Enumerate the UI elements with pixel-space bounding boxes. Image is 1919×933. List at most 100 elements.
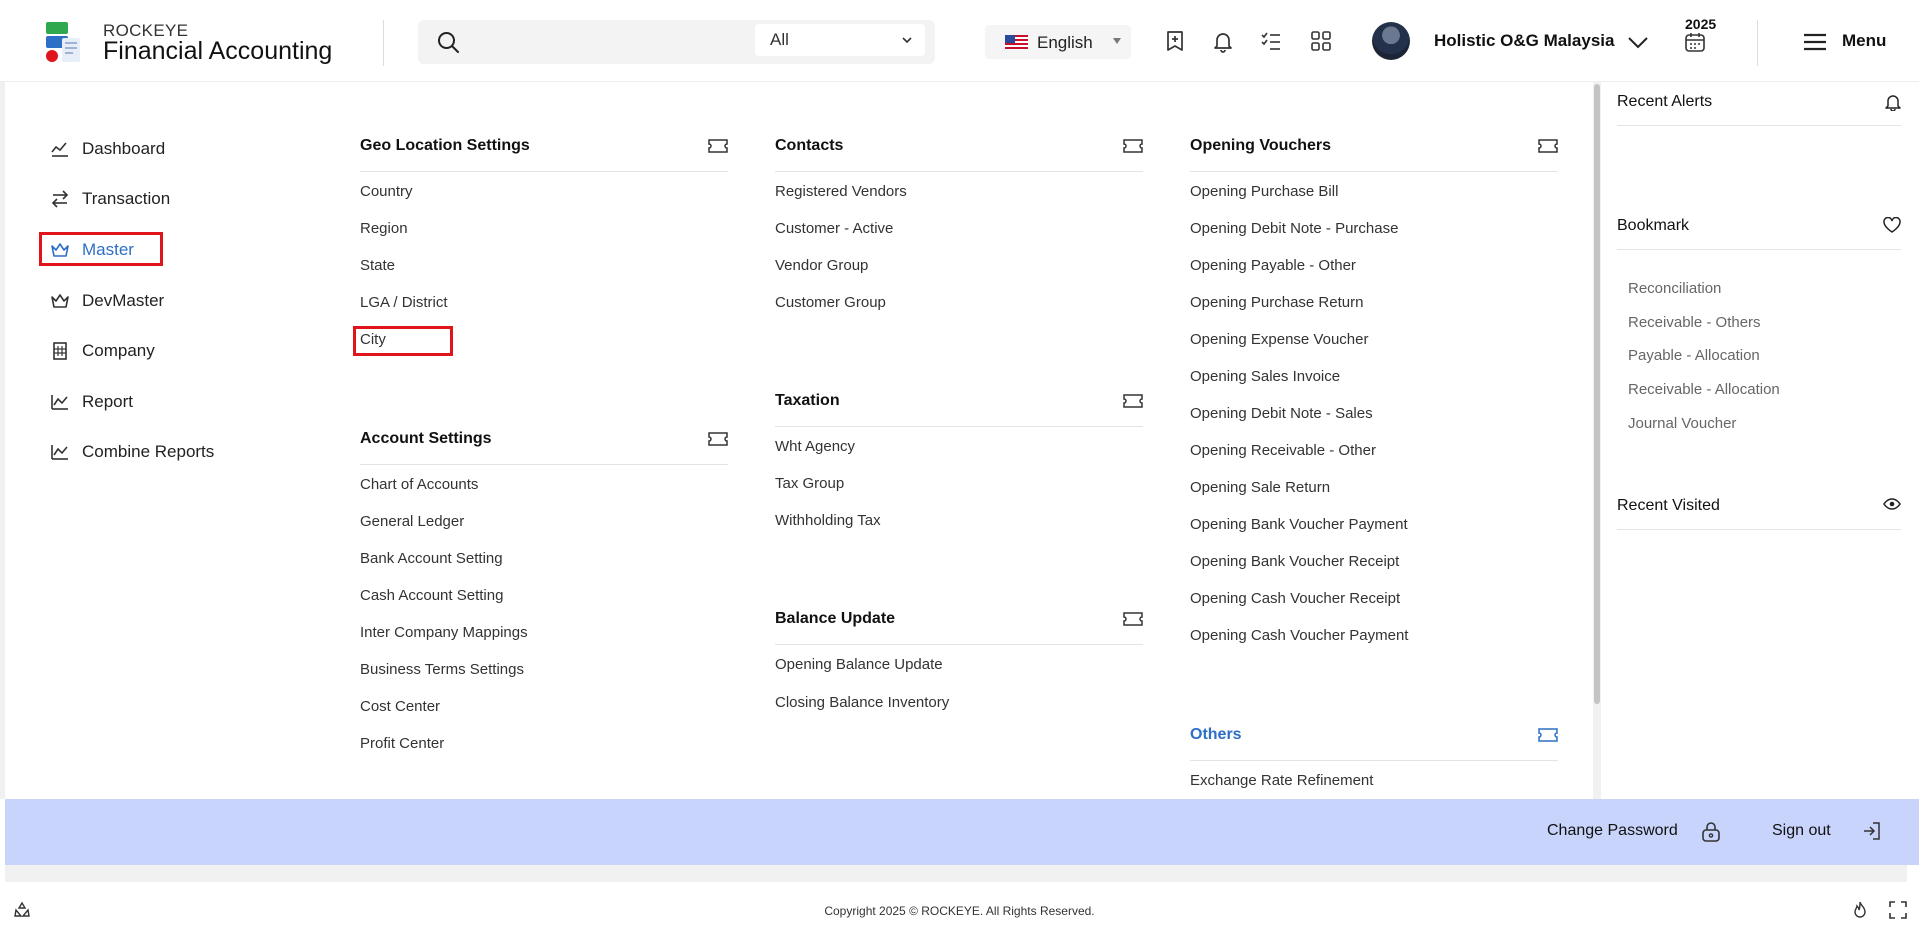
search-icon[interactable] <box>436 30 460 54</box>
menu-link-tax-group[interactable]: Tax Group <box>775 475 844 492</box>
us-flag-icon <box>1005 35 1028 50</box>
menu-link-registered-vendors[interactable]: Registered Vendors <box>775 183 907 200</box>
avatar[interactable] <box>1372 22 1410 60</box>
ticket-icon[interactable] <box>1538 727 1558 743</box>
report-chart-icon <box>51 395 68 410</box>
ticket-icon[interactable] <box>708 431 728 447</box>
fullscreen-icon[interactable] <box>1889 901 1907 919</box>
menu-link-opening-receivable-other[interactable]: Opening Receivable - Other <box>1190 442 1376 459</box>
fire-icon[interactable] <box>1851 901 1869 919</box>
menu-link-exchange-rate-refinement[interactable]: Exchange Rate Refinement <box>1190 772 1373 789</box>
sign-out-button[interactable]: Sign out <box>1772 822 1831 840</box>
menu-link-opening-sales-invoice[interactable]: Opening Sales Invoice <box>1190 368 1340 385</box>
ticket-icon[interactable] <box>1123 393 1143 409</box>
eye-icon[interactable] <box>1883 497 1901 511</box>
chevron-down-icon <box>902 37 912 44</box>
sidebar-item-devmaster[interactable]: DevMaster <box>50 285 164 317</box>
change-password-button[interactable]: Change Password <box>1547 822 1678 840</box>
heart-icon[interactable] <box>1883 217 1901 233</box>
menu-link-opening-bank-voucher-receipt[interactable]: Opening Bank Voucher Receipt <box>1190 553 1399 570</box>
mega-menu: Geo Location Settings Country Region Sta… <box>320 82 1593 799</box>
search-scope-select[interactable]: All <box>755 24 925 56</box>
sign-out-icon[interactable] <box>1862 821 1882 841</box>
menu-link-business-terms-settings[interactable]: Business Terms Settings <box>360 661 524 678</box>
menu-link-general-ledger[interactable]: General Ledger <box>360 513 464 530</box>
checklist-icon[interactable] <box>1259 29 1283 53</box>
sidebar-item-label: DevMaster <box>82 291 165 310</box>
menu-link-opening-cash-voucher-payment[interactable]: Opening Cash Voucher Payment <box>1190 627 1408 644</box>
panel-title: Bookmark <box>1617 217 1690 234</box>
sidebar-item-report[interactable]: Report <box>50 386 133 418</box>
fiscal-year-badge: 2025 <box>1685 16 1717 32</box>
menu-link-opening-bank-voucher-payment[interactable]: Opening Bank Voucher Payment <box>1190 516 1408 533</box>
menu-link-region[interactable]: Region <box>360 220 408 237</box>
calendar-icon[interactable] <box>1684 31 1706 53</box>
search-input[interactable]: All <box>418 20 935 64</box>
section-header-others: Others <box>1190 713 1558 761</box>
bookmark-link[interactable]: Journal Voucher <box>1628 415 1736 432</box>
recent-visited-header: Recent Visited <box>1617 486 1901 530</box>
language-label: English <box>1037 33 1093 52</box>
ticket-icon[interactable] <box>708 138 728 154</box>
menu-link-cost-center[interactable]: Cost Center <box>360 698 440 715</box>
section-header-account: Account Settings <box>360 417 728 465</box>
ticket-icon[interactable] <box>1123 138 1143 154</box>
menu-link-opening-purchase-return[interactable]: Opening Purchase Return <box>1190 294 1363 311</box>
lock-icon[interactable] <box>1700 821 1722 843</box>
section-title: Account Settings <box>360 430 492 447</box>
menu-link-opening-debit-note-purchase[interactable]: Opening Debit Note - Purchase <box>1190 220 1398 237</box>
menu-link-chart-of-accounts[interactable]: Chart of Accounts <box>360 476 478 493</box>
menu-link-profit-center[interactable]: Profit Center <box>360 735 444 752</box>
menu-link-opening-sale-return[interactable]: Opening Sale Return <box>1190 479 1330 496</box>
menu-link-opening-expense-voucher[interactable]: Opening Expense Voucher <box>1190 331 1368 348</box>
menu-link-opening-purchase-bill[interactable]: Opening Purchase Bill <box>1190 183 1338 200</box>
sidebar-item-label: Company <box>82 341 155 360</box>
menu-link-state[interactable]: State <box>360 257 395 274</box>
search-scope-value: All <box>770 30 789 49</box>
menu-link-opening-cash-voucher-receipt[interactable]: Opening Cash Voucher Receipt <box>1190 590 1400 607</box>
menu-link-opening-balance-update[interactable]: Opening Balance Update <box>775 656 943 673</box>
language-select[interactable]: English <box>985 25 1131 59</box>
hamburger-menu-icon[interactable] <box>1803 33 1827 51</box>
app-logo[interactable] <box>44 22 82 64</box>
sidebar-item-dashboard[interactable]: Dashboard <box>50 133 165 165</box>
menu-link-wht-agency[interactable]: Wht Agency <box>775 438 855 455</box>
sidebar-item-combine-reports[interactable]: Combine Reports <box>50 436 214 468</box>
right-panel: Recent Alerts Bookmark Reconciliation Re… <box>1601 82 1919 799</box>
menu-link-vendor-group[interactable]: Vendor Group <box>775 257 868 274</box>
section-header-contacts: Contacts <box>775 124 1143 172</box>
ticket-icon[interactable] <box>1123 611 1143 627</box>
menu-link-customer-group[interactable]: Customer Group <box>775 294 886 311</box>
section-title: Taxation <box>775 392 840 409</box>
menu-link-opening-debit-note-sales[interactable]: Opening Debit Note - Sales <box>1190 405 1373 422</box>
bookmark-link[interactable]: Receivable - Others <box>1628 314 1761 331</box>
scrollbar-thumb[interactable] <box>1594 84 1600 704</box>
menu-link-withholding-tax[interactable]: Withholding Tax <box>775 512 881 529</box>
company-name[interactable]: Holistic O&G Malaysia <box>1434 31 1614 51</box>
bookmark-link[interactable]: Receivable - Allocation <box>1628 381 1780 398</box>
sidebar-item-transaction[interactable]: Transaction <box>50 183 170 215</box>
sidebar-item-label: Dashboard <box>82 139 166 158</box>
bookmark-link[interactable]: Payable - Allocation <box>1628 347 1760 364</box>
chevron-down-icon[interactable] <box>1627 32 1649 52</box>
bell-icon[interactable] <box>1211 29 1235 53</box>
menu-link-bank-account-setting[interactable]: Bank Account Setting <box>360 550 503 567</box>
menu-link-lga-district[interactable]: LGA / District <box>360 294 448 311</box>
menu-link-customer-active[interactable]: Customer - Active <box>775 220 893 237</box>
caret-down-icon <box>1113 38 1121 44</box>
sidebar-item-company[interactable]: Company <box>50 335 155 367</box>
menu-link-inter-company-mappings[interactable]: Inter Company Mappings <box>360 624 528 641</box>
menu-link-closing-balance-inventory[interactable]: Closing Balance Inventory <box>775 694 949 711</box>
section-header-opening: Opening Vouchers <box>1190 124 1558 172</box>
ticket-icon[interactable] <box>1538 138 1558 154</box>
menu-link-cash-account-setting[interactable]: Cash Account Setting <box>360 587 503 604</box>
apps-grid-icon[interactable] <box>1309 29 1333 53</box>
add-bookmark-icon[interactable] <box>1163 29 1187 53</box>
top-header: ROCKEYE Financial Accounting All English <box>0 0 1919 82</box>
bell-icon[interactable] <box>1885 93 1901 111</box>
menu-link-opening-payable-other[interactable]: Opening Payable - Other <box>1190 257 1356 274</box>
menu-button[interactable]: Menu <box>1842 31 1886 51</box>
bookmark-link[interactable]: Reconciliation <box>1628 280 1721 297</box>
section-header-taxation: Taxation <box>775 379 1143 427</box>
menu-link-country[interactable]: Country <box>360 183 413 200</box>
